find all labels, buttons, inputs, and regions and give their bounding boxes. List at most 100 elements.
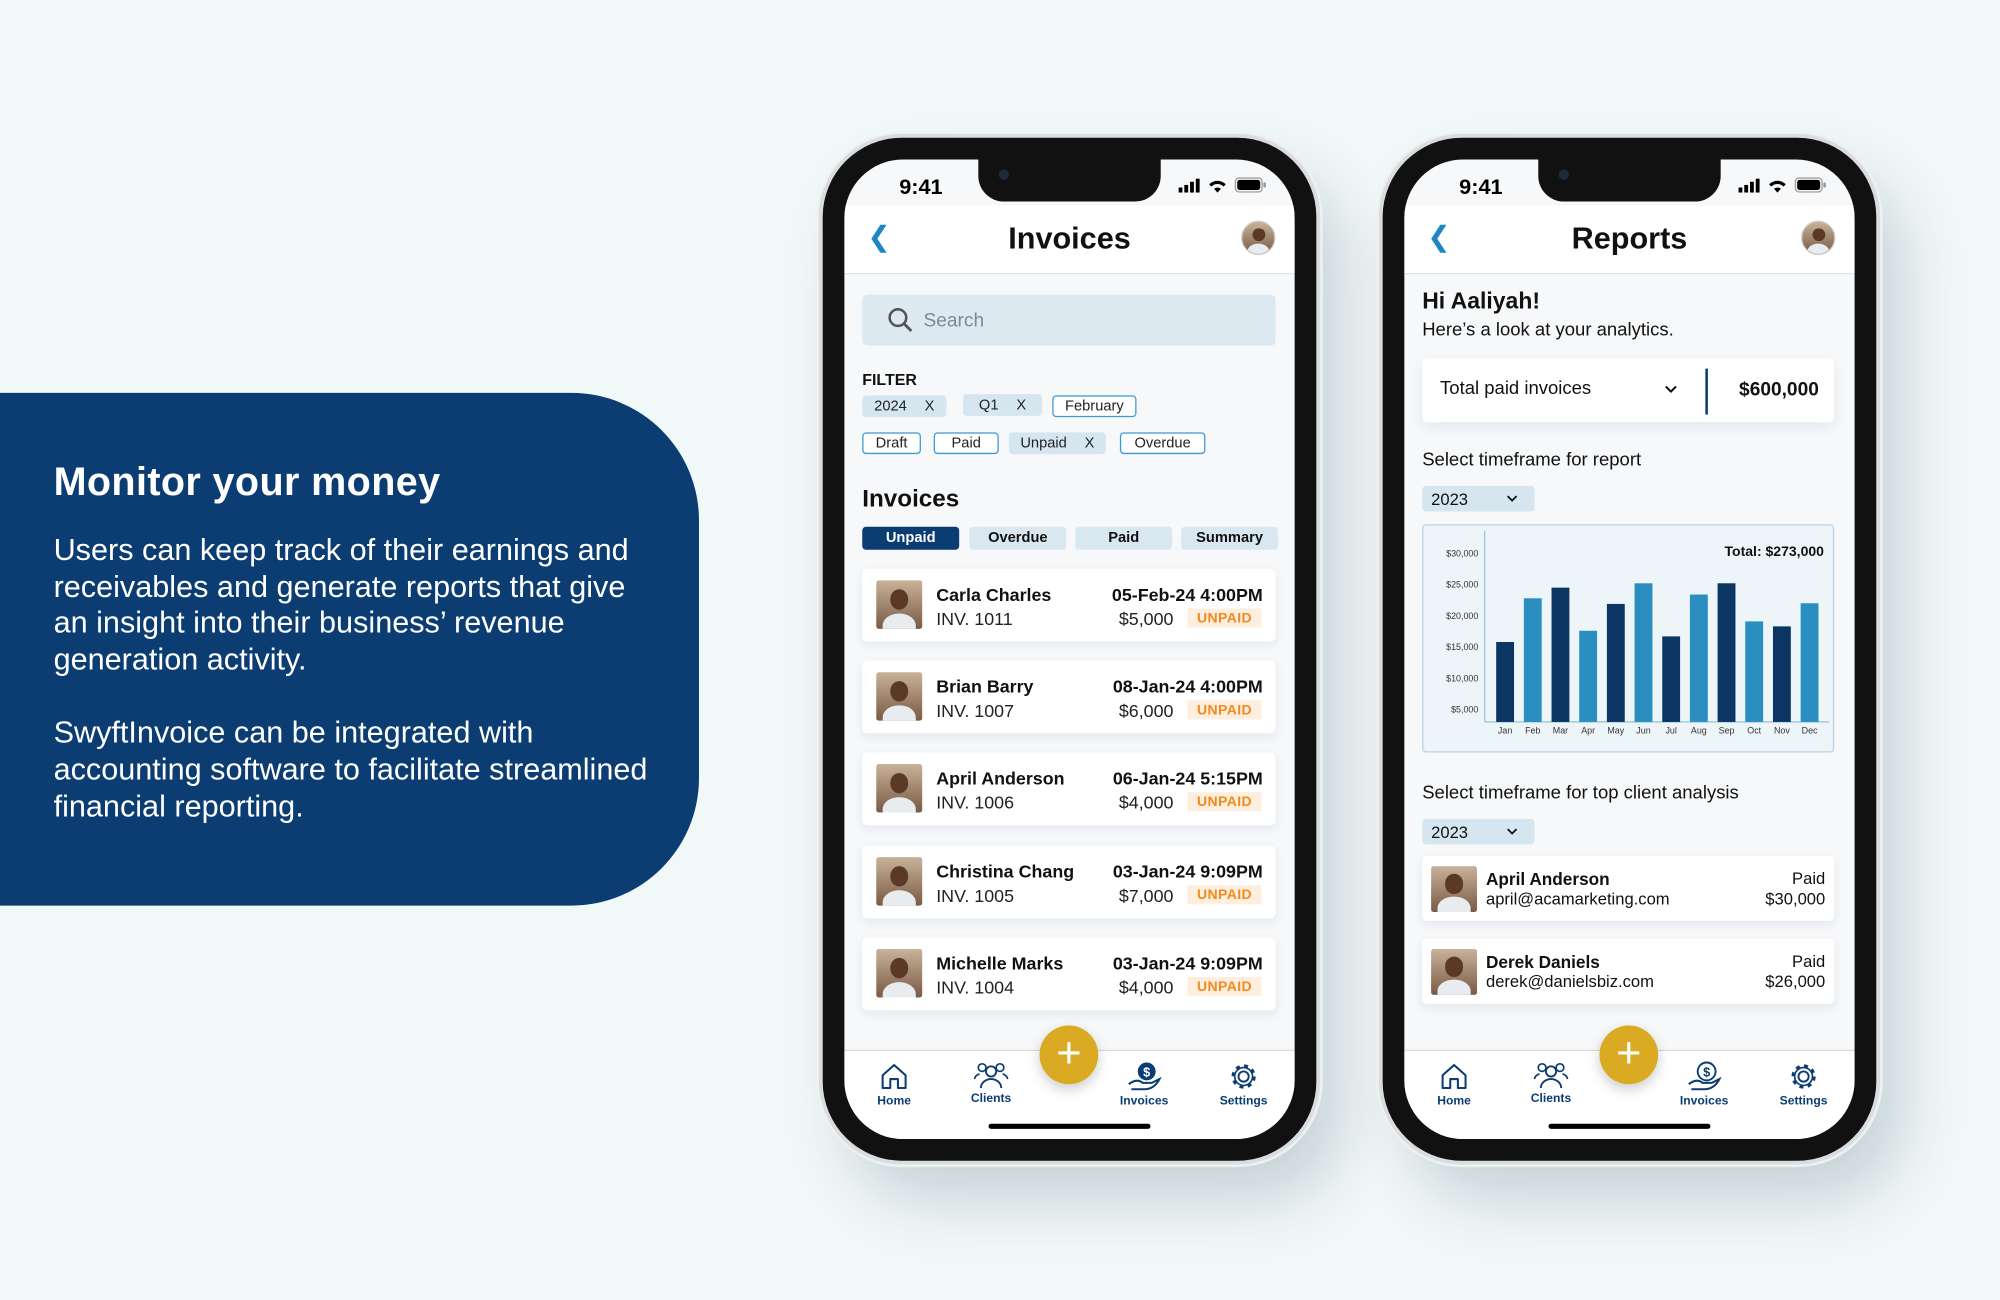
invoice-amount: $6,000: [1118, 700, 1174, 721]
nav-clients[interactable]: Clients: [1513, 1061, 1590, 1106]
remove-icon[interactable]: X: [1016, 397, 1026, 412]
bar-jul: [1662, 636, 1681, 722]
nav-settings[interactable]: Settings: [1765, 1061, 1842, 1108]
chevron-down-icon: [1506, 828, 1518, 835]
bar-mar: [1551, 587, 1570, 722]
filter-chip-draft[interactable]: Draft: [862, 432, 921, 455]
page-title: Invoices: [1008, 221, 1131, 257]
filter-chip-2024[interactable]: 2024 X: [862, 395, 947, 418]
tab-unpaid[interactable]: Unpaid: [862, 526, 960, 550]
client-year-dropdown[interactable]: 2023: [1422, 818, 1535, 845]
x-tick-label: Feb: [1525, 725, 1540, 735]
bar-feb: [1523, 598, 1542, 722]
chevron-down-icon: [1506, 495, 1518, 502]
status-badge: UNPAID: [1187, 700, 1262, 720]
status-icons: [1738, 177, 1827, 193]
subtitle: Here’s a look at your analytics.: [1422, 320, 1674, 341]
report-year-dropdown[interactable]: 2023: [1422, 485, 1535, 512]
bar-aug: [1689, 594, 1708, 722]
bar-nov: [1772, 626, 1791, 722]
wifi-icon: [1769, 180, 1786, 192]
invoice-row[interactable]: Michelle Marks INV. 1004 03-Jan-24 9:09P…: [862, 937, 1276, 1011]
invoice-date: 06-Jan-24 5:15PM: [1112, 767, 1263, 789]
metric-select[interactable]: Total paid invoices: [1440, 379, 1591, 399]
status-badge: UNPAID: [1187, 885, 1262, 905]
search-placeholder: Search: [923, 309, 985, 331]
filter-label: FILTER: [862, 371, 917, 390]
client-amount: $26,000: [1765, 971, 1826, 992]
invoice-date: 03-Jan-24 9:09PM: [1112, 860, 1263, 882]
client-avatar: [876, 580, 923, 629]
x-tick-label: Sep: [1719, 725, 1735, 735]
status-icons: [1178, 177, 1267, 193]
tab-overdue[interactable]: Overdue: [969, 526, 1067, 550]
nav-settings[interactable]: Settings: [1205, 1061, 1282, 1108]
tab-paid[interactable]: Paid: [1075, 526, 1173, 550]
x-tick-label: Nov: [1774, 725, 1790, 735]
nav-home[interactable]: Home: [856, 1061, 933, 1108]
nav-invoices[interactable]: $ Invoices: [1106, 1061, 1183, 1108]
nav-clients[interactable]: Clients: [953, 1061, 1030, 1106]
reports-screen: ❮ Reports 9:41 Hi Aaliyah! Here’s a look…: [1404, 159, 1855, 1140]
status-time: 9:41: [1459, 174, 1503, 199]
tab-summary[interactable]: Summary: [1181, 526, 1279, 550]
client-name: Michelle Marks: [936, 952, 1064, 974]
nav-invoices[interactable]: $ Invoices: [1666, 1061, 1743, 1108]
client-avatar: [876, 948, 923, 998]
invoice-row[interactable]: Carla Charles INV. 1011 05-Feb-24 4:00PM…: [862, 568, 1276, 642]
invoice-row[interactable]: April Anderson INV. 1006 06-Jan-24 5:15P…: [862, 752, 1276, 826]
chevron-down-icon[interactable]: [1665, 385, 1678, 394]
status-time: 9:41: [899, 174, 943, 199]
top-client-row[interactable]: Derek Daniels derek@danielsbiz.com Paid …: [1422, 938, 1835, 1004]
bar-jan: [1496, 641, 1515, 722]
profile-avatar[interactable]: [1801, 220, 1836, 256]
x-tick-label: Dec: [1802, 725, 1818, 735]
money-hand-icon: $: [1688, 1061, 1722, 1091]
x-tick-label: Jan: [1498, 725, 1512, 735]
invoice-row[interactable]: Brian Barry INV. 1007 08-Jan-24 4:00PM $…: [862, 660, 1276, 734]
invoice-amount: $4,000: [1118, 792, 1174, 813]
add-button[interactable]: +: [1599, 1025, 1659, 1085]
y-tick-label: $10,000: [1446, 673, 1478, 683]
invoice-amount: $7,000: [1118, 885, 1174, 906]
money-hand-icon: $: [1128, 1062, 1162, 1091]
clients-icon: [973, 1062, 1009, 1089]
client-name: Brian Barry: [936, 676, 1034, 697]
filter-chip-q1[interactable]: Q1 X: [963, 394, 1043, 416]
y-tick-label: $15,000: [1446, 642, 1478, 652]
bar-sep: [1717, 583, 1736, 722]
filter-chip-unpaid[interactable]: Unpaid X: [1008, 432, 1106, 455]
nav-home[interactable]: Home: [1416, 1061, 1493, 1108]
client-name: Carla Charles: [936, 584, 1052, 605]
x-tick-label: Jun: [1636, 725, 1650, 735]
invoice-number: INV. 1004: [936, 977, 1015, 998]
profile-avatar[interactable]: [1241, 220, 1276, 256]
invoice-number: INV. 1011: [936, 608, 1013, 629]
top-client-row[interactable]: April Anderson april@acamarketing.com Pa…: [1422, 855, 1835, 921]
remove-icon[interactable]: X: [1085, 436, 1095, 451]
filter-chip-overdue[interactable]: Overdue: [1119, 432, 1206, 455]
client-status: Paid: [1792, 868, 1826, 888]
remove-icon[interactable]: X: [925, 399, 935, 414]
battery-icon: [1234, 177, 1266, 193]
add-button[interactable]: +: [1039, 1025, 1099, 1085]
client-name: April Anderson: [1485, 869, 1610, 890]
clients-icon: [1533, 1062, 1569, 1089]
bar-dec: [1800, 603, 1819, 722]
filter-chip-paid[interactable]: Paid: [933, 432, 999, 455]
home-icon: [1441, 1064, 1467, 1090]
invoice-date: 03-Jan-24 9:09PM: [1112, 952, 1263, 974]
invoice-row[interactable]: Christina Chang INV. 1005 03-Jan-24 9:09…: [862, 845, 1276, 919]
x-tick-label: Oct: [1747, 725, 1761, 735]
signal-icon: [1738, 177, 1760, 192]
search-input[interactable]: Search: [862, 294, 1276, 346]
invoice-date: 08-Jan-24 4:00PM: [1112, 676, 1263, 697]
client-name: Derek Daniels: [1485, 952, 1600, 972]
bar-chart: $5,000 $10,000 $15,000 $20,000 $25,000 $30,00…: [1446, 530, 1830, 735]
x-tick-label: Apr: [1581, 725, 1595, 735]
invoice-number: INV. 1006: [936, 792, 1015, 813]
notch: [978, 159, 1161, 202]
client-email: april@acamarketing.com: [1485, 889, 1670, 909]
metric-card: Total paid invoices $600,000: [1422, 358, 1835, 423]
filter-chip-february[interactable]: February: [1052, 395, 1137, 418]
